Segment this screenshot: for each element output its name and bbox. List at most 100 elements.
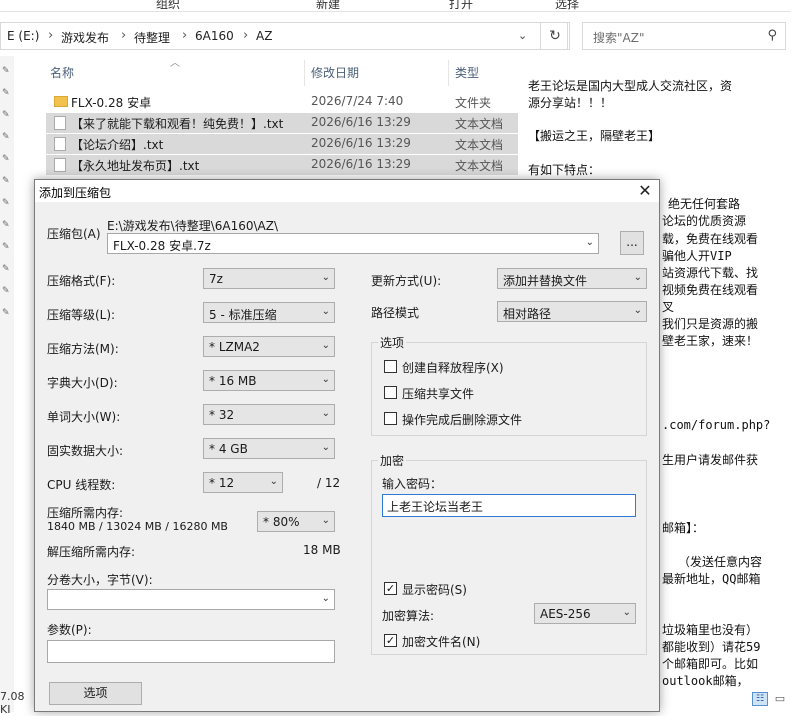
show-password-checkbox[interactable]: ✓ 显示密码(S): [384, 581, 584, 597]
list-item[interactable]: 【论坛介绍】.txt 2026/6/16 13:29 文本文档: [46, 134, 518, 154]
list-item[interactable]: FLX-0.28 安卓 2026/7/24 7:40 文件夹: [46, 92, 518, 112]
params-input[interactable]: [47, 640, 335, 663]
volume-label: 分卷大小，字节(V):: [47, 573, 153, 587]
pathmode-value: 相对路径: [503, 307, 552, 321]
pin-icon: ✎: [2, 286, 10, 296]
file-name: FLX-0.28 安卓: [71, 96, 152, 110]
details-view-icon[interactable]: ☷: [752, 692, 768, 706]
search-box[interactable]: 搜索"AZ" ⚲: [582, 22, 786, 50]
breadcrumb-6a160[interactable]: 6A160: [195, 29, 234, 43]
breadcrumb-drive[interactable]: E (E:): [7, 29, 39, 43]
breadcrumb-games[interactable]: 游戏发布: [61, 29, 109, 46]
encrypt-names-checkbox[interactable]: ✓ 加密文件名(N): [384, 633, 584, 649]
format-label: 压缩格式(F):: [47, 274, 116, 288]
chevron-down-icon: ⌄: [321, 272, 330, 283]
mem-decomp-value: 18 MB: [303, 543, 341, 557]
dialog-titlebar[interactable]: 添加到压缩包 ✕: [35, 180, 659, 202]
view-toggle: ☷ ▭: [750, 690, 791, 712]
column-divider[interactable]: [448, 60, 449, 86]
sfx-checkbox-label: 创建自释放程序(X): [402, 361, 504, 375]
pin-icon: ✎: [2, 198, 10, 208]
archive-label: 压缩包(A): [47, 227, 101, 241]
chevron-down-icon[interactable]: ⌄: [322, 593, 330, 604]
dict-select[interactable]: * 16 MB ⌄: [203, 370, 335, 391]
cpu-select[interactable]: * 12 ⌄: [203, 472, 283, 493]
solid-select[interactable]: * 4 GB ⌄: [203, 438, 335, 459]
preview-line: outlook邮箱，: [662, 674, 749, 688]
dict-label: 字典大小(D):: [47, 376, 118, 390]
mem-decomp-label: 解压缩所需内存:: [47, 545, 136, 559]
chevron-down-icon[interactable]: ⌄: [586, 237, 594, 248]
preview-line: 论坛的优质资源: [662, 214, 747, 228]
navigation-pane: ✎ ✎ ✎ ✎ ✎ ✎ ✎ ✎ ✎ ✎ ✎ ✎: [0, 56, 14, 712]
level-select[interactable]: 5 - 标准压缩 ⌄: [203, 302, 335, 323]
pathmode-select[interactable]: 相对路径 ⌄: [497, 301, 647, 322]
checkmark-icon[interactable]: ✓: [384, 634, 397, 647]
delete-after-checkbox[interactable]: 操作完成后删除源文件: [384, 411, 634, 427]
volume-combo[interactable]: ⌄: [47, 589, 335, 610]
chevron-down-icon: ⌄: [321, 515, 330, 526]
preview-line: .com/forum.php?: [662, 418, 771, 432]
format-select[interactable]: 7z ⌄: [203, 268, 335, 289]
ribbon-tab-organize[interactable]: 组织: [156, 0, 180, 12]
chevron-down-icon: ⌄: [321, 306, 330, 317]
file-type: 文件夹: [455, 96, 492, 110]
ribbon-tab-open[interactable]: 打开: [449, 0, 473, 12]
breadcrumb-pending[interactable]: 待整理: [134, 29, 170, 46]
preview-line: 最新地址，QQ邮箱: [662, 572, 761, 586]
list-item[interactable]: 【永久地址发布页】.txt 2026/6/16 13:29 文本文档: [46, 155, 518, 175]
chevron-down-icon: ⌄: [633, 305, 642, 316]
archive-name-combo[interactable]: FLX-0.28 安卓.7z ⌄: [107, 233, 599, 254]
ribbon-tab-select[interactable]: 选择: [555, 0, 579, 12]
file-modified: 2026/6/16 13:29: [311, 115, 411, 129]
close-icon[interactable]: ✕: [633, 180, 657, 202]
shared-files-checkbox-label: 压缩共享文件: [402, 387, 475, 401]
preview-line: 有如下特点：: [528, 163, 601, 177]
checkmark-icon[interactable]: ✓: [384, 582, 397, 595]
checkbox-box[interactable]: [384, 412, 397, 425]
password-input[interactable]: 上老王论坛当老王: [382, 494, 636, 517]
algorithm-label: 加密算法:: [382, 609, 435, 623]
file-name: 【永久地址发布页】.txt: [71, 159, 200, 173]
chevron-down-icon[interactable]: ⌄: [518, 29, 527, 42]
browse-button[interactable]: ...: [620, 231, 644, 255]
update-select[interactable]: 添加并替换文件 ⌄: [497, 268, 647, 289]
column-header-name[interactable]: 名称: [50, 64, 74, 81]
column-header-type[interactable]: 类型: [455, 64, 479, 81]
chevron-down-icon: ⌄: [321, 374, 330, 385]
list-item[interactable]: 【来了就能下载和观看！纯免费！】.txt 2026/6/16 13:29 文本文…: [46, 113, 518, 133]
text-file-icon: [54, 116, 66, 130]
search-icon[interactable]: ⚲: [767, 28, 777, 43]
pin-icon: ✎: [2, 220, 10, 230]
word-label: 单词大小(W):: [47, 410, 121, 424]
shared-files-checkbox[interactable]: 压缩共享文件: [384, 385, 634, 401]
archive-name-value[interactable]: FLX-0.28 安卓.7z: [113, 237, 211, 254]
algorithm-select[interactable]: AES-256 ⌄: [534, 603, 636, 624]
ribbon: 组织 新建 打开 选择: [0, 0, 791, 12]
column-divider[interactable]: [304, 60, 305, 86]
refresh-icon[interactable]: ↻: [540, 22, 570, 50]
options-button[interactable]: 选项: [49, 682, 142, 705]
word-value: * 32: [209, 408, 235, 422]
pin-icon: ✎: [2, 308, 10, 318]
search-input[interactable]: 搜索"AZ": [593, 29, 644, 46]
sfx-checkbox[interactable]: 创建自释放程序(X): [384, 359, 634, 375]
preview-line: 骗他人开VIP: [662, 249, 732, 263]
update-value: 添加并替换文件: [503, 274, 588, 288]
checkbox-box[interactable]: [384, 386, 397, 399]
checkbox-box[interactable]: [384, 360, 397, 373]
address-bar[interactable]: E (E:) › 游戏发布 › 待整理 › 6A160 › AZ ⌄: [0, 22, 568, 50]
word-select[interactable]: * 32 ⌄: [203, 404, 335, 425]
preview-line: 个邮箱即可。比如: [662, 657, 759, 671]
method-select[interactable]: * LZMA2 ⌄: [203, 336, 335, 357]
options-group: 选项 创建自释放程序(X) 压缩共享文件 操作完成后删除源文件: [371, 334, 647, 436]
large-icons-view-icon[interactable]: ▭: [772, 692, 788, 706]
encrypt-names-label: 加密文件名(N): [402, 635, 481, 649]
pin-icon: ✎: [2, 88, 10, 98]
mem-percent-select[interactable]: * 80% ⌄: [257, 511, 335, 532]
ribbon-tab-new[interactable]: 新建: [316, 0, 340, 12]
chevron-down-icon: ⌄: [321, 408, 330, 419]
column-header-modified[interactable]: 修改日期: [311, 64, 359, 81]
breadcrumb-az[interactable]: AZ: [256, 29, 272, 43]
preview-line: 叉: [662, 300, 675, 314]
